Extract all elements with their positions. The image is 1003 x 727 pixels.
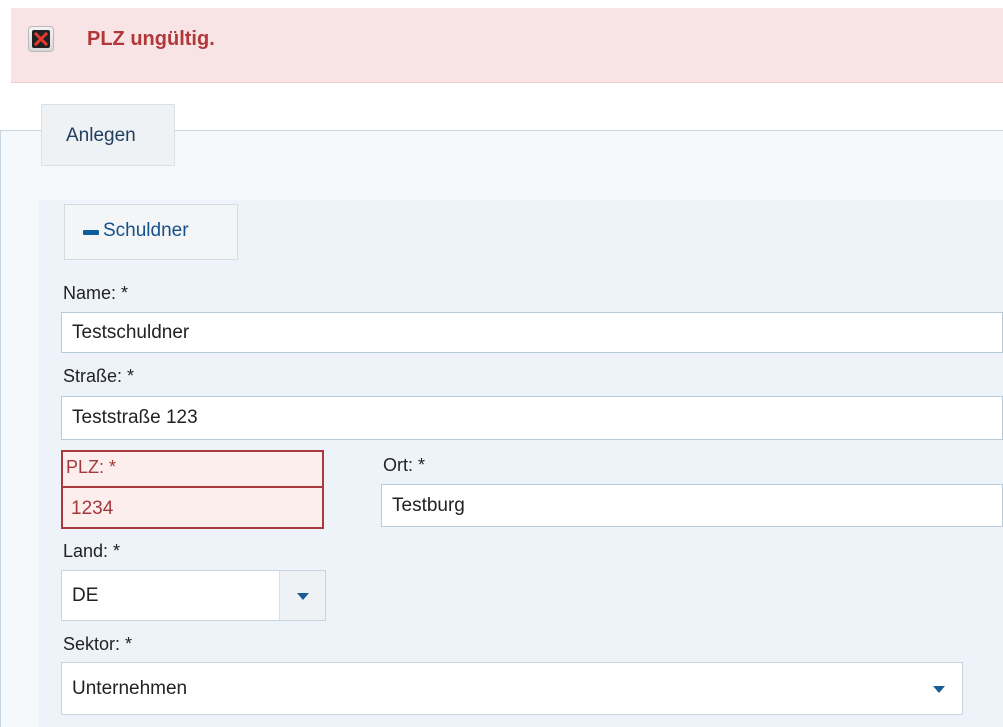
chevron-down-icon[interactable]	[297, 592, 309, 600]
plz-field-error[interactable]: PLZ: * 1234	[61, 450, 324, 529]
country-dropdown-button[interactable]	[279, 571, 325, 620]
city-input[interactable]: Testburg	[381, 484, 1003, 527]
minus-icon[interactable]	[83, 230, 99, 235]
sector-select[interactable]: Unternehmen	[61, 662, 963, 715]
error-message-text: PLZ ungültig.	[87, 28, 215, 50]
sector-label: Sektor: *	[63, 634, 133, 654]
city-label: Ort: *	[383, 455, 426, 475]
fieldset-legend-label: Anlegen	[66, 125, 136, 146]
street-label: Straße: *	[63, 366, 135, 386]
country-label: Land: *	[63, 541, 121, 561]
fieldset-legend: Anlegen	[41, 104, 175, 166]
country-selected-value[interactable]: DE	[72, 585, 98, 607]
section-title[interactable]: Schuldner	[103, 220, 189, 242]
plz-label: PLZ: *	[66, 457, 117, 477]
name-value[interactable]: Testschuldner	[72, 322, 189, 344]
country-select[interactable]: DE	[61, 570, 326, 621]
street-input[interactable]: Teststraße 123	[61, 396, 1003, 440]
street-value[interactable]: Teststraße 123	[72, 407, 198, 429]
error-close-icon[interactable]	[28, 26, 54, 52]
plz-separator	[63, 486, 322, 488]
name-label: Name: *	[63, 283, 129, 303]
chevron-down-icon[interactable]	[933, 685, 945, 693]
schuldner-section-toggle[interactable]: Schuldner	[64, 204, 238, 260]
sector-dropdown-button[interactable]	[916, 663, 962, 714]
name-input[interactable]: Testschuldner	[61, 312, 1003, 353]
sector-selected-value[interactable]: Unternehmen	[72, 678, 187, 700]
city-value[interactable]: Testburg	[392, 495, 465, 517]
plz-input[interactable]: 1234	[71, 498, 113, 520]
